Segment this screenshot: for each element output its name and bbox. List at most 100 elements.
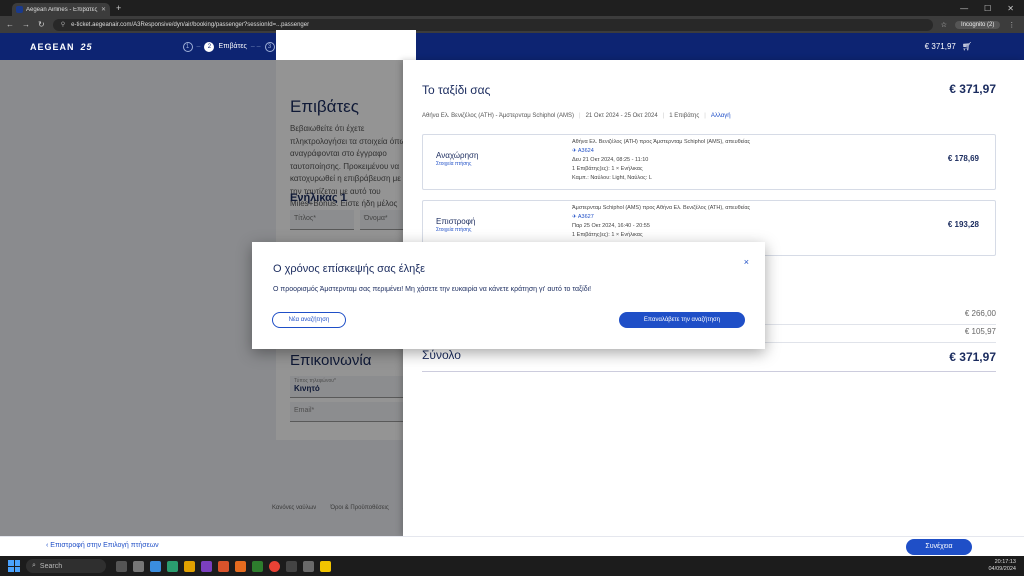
continue-button[interactable]: Συνέχεια <box>906 539 972 555</box>
close-icon[interactable]: × <box>744 257 749 267</box>
taskbar-apps <box>116 560 331 572</box>
app-icon[interactable] <box>303 560 314 572</box>
change-link[interactable]: Αλλαγή <box>711 113 731 119</box>
segment-details: Άμστερνταμ Schiphol (AMS) προς Αθήνα Ελ.… <box>572 204 750 240</box>
divider: | <box>662 113 665 119</box>
firefox-icon[interactable] <box>235 560 246 572</box>
divider: | <box>704 113 706 119</box>
back-icon[interactable]: ← <box>6 20 14 29</box>
menu-icon[interactable]: ⋮ <box>1008 21 1015 29</box>
step-1: 1 <box>182 41 193 52</box>
site-info-icon[interactable]: ⚲ <box>61 21 65 28</box>
reload-icon[interactable]: ↻ <box>38 20 45 29</box>
flight-details-link[interactable]: Στοιχεία πτήσης <box>436 227 471 233</box>
flight-number[interactable]: ✈ A3624 <box>572 147 750 156</box>
windows-start-icon[interactable] <box>8 560 20 572</box>
flight-number[interactable]: ✈ A3627 <box>572 213 750 222</box>
task-view-icon[interactable] <box>116 560 127 572</box>
flight-details-link[interactable]: Στοιχεία πτήσης <box>436 161 471 167</box>
browser-tabbar: Aegean Airlines - Επιβάτες ✕ + — ☐ ✕ <box>0 0 1024 16</box>
app-icon[interactable] <box>150 560 161 572</box>
segment-pax: 1 Επιβάτης(ες): 1 × Ενήλικας <box>572 166 643 172</box>
new-search-button[interactable]: Νέα αναζήτηση <box>272 312 346 328</box>
clock-date: 04/09/2024 <box>988 566 1016 572</box>
step-connector: – – <box>250 43 261 50</box>
maximize-icon[interactable]: ☐ <box>984 4 991 13</box>
anniversary-mark: 25 <box>80 41 93 52</box>
logo-text: AEGEAN <box>30 41 75 52</box>
segment-route: Άμστερνταμ Schiphol (AMS) προς Αθήνα Ελ.… <box>572 205 751 211</box>
flight-number-text: A3624 <box>577 148 594 154</box>
step-2-label: Επιβάτες <box>218 43 247 50</box>
windows-taskbar: ⌕ Search 20:17:13 04/09/2024 <box>0 556 1024 576</box>
app-icon[interactable] <box>218 560 229 572</box>
step-connector: – <box>196 43 201 50</box>
flight-number-text: A3627 <box>577 214 594 220</box>
new-tab-icon[interactable]: + <box>116 3 121 13</box>
aegean-favicon-icon <box>16 6 23 13</box>
app-icon[interactable] <box>167 560 178 572</box>
url-text: e-ticket.aegeanair.com/A3Responsive/dyn/… <box>71 21 310 28</box>
grand-total-value: € 371,97 <box>949 350 996 364</box>
segment-details: Αθήνα Ελ. Βενιζέλος (ATH) προς Άμστερντα… <box>572 138 750 183</box>
site-header: AEGEAN 25 1 – 2 Επιβάτες – – 3 – 4 – 5 –… <box>0 33 1024 60</box>
forward-icon[interactable]: → <box>22 20 30 29</box>
file-explorer-icon[interactable] <box>184 560 195 572</box>
segment-fare: Καμπ.: Ναύλου: Light, Ναύλος: L <box>572 175 652 181</box>
browser-tab[interactable]: Aegean Airlines - Επιβάτες ✕ <box>12 3 110 16</box>
clock-time: 20:17:13 <box>994 559 1016 565</box>
segment-pax: 1 Επιβάτης(ες): 1 × Ενήλικας <box>572 232 643 238</box>
summary-amount: € 266,00 <box>964 309 996 318</box>
system-clock[interactable]: 20:17:13 04/09/2024 <box>988 559 1016 573</box>
search-icon: ⌕ <box>32 562 36 569</box>
trip-dates: 21 Οκτ 2024 - 25 Οκτ 2024 <box>585 113 658 119</box>
taskbar-search[interactable]: ⌕ Search <box>26 559 106 573</box>
trip-title: Το ταξίδι σας <box>422 83 491 97</box>
segment-price: € 193,28 <box>947 220 979 229</box>
header-total-price: € 371,97 <box>924 42 956 51</box>
step-3: 3 <box>264 41 275 52</box>
back-label: Επιστροφή στην Επιλογή πτήσεων <box>50 542 159 549</box>
grand-total-label: Σύνολο <box>422 348 461 362</box>
summary-amount: € 105,97 <box>964 327 996 336</box>
app-icon[interactable] <box>133 560 144 572</box>
segment-outbound: Αναχώρηση Στοιχεία πτήσης Αθήνα Ελ. Βενι… <box>422 134 996 190</box>
segment-time: Δευ 21 Οκτ 2024, 08:25 - 11:10 <box>572 157 649 163</box>
chrome-icon[interactable] <box>269 560 280 572</box>
divider: | <box>579 113 581 119</box>
step-2: 2 <box>204 41 215 52</box>
tab-title: Aegean Airlines - Επιβάτες <box>26 6 98 13</box>
route-text: Αθήνα Ελ. Βενιζέλος (ATH) - Άμστερνταμ S… <box>422 113 575 119</box>
modal-title: Ο χρόνος επίσκεψής σας έληξε <box>273 263 426 275</box>
browser-toolbar: ← → ↻ ⚲ e-ticket.aegeanair.com/A3Respons… <box>0 16 1024 33</box>
aegean-logo[interactable]: AEGEAN 25 <box>30 42 93 52</box>
cart-icon: 🛒︎ <box>961 42 972 51</box>
incognito-badge[interactable]: Incognito (2) <box>954 20 1001 29</box>
app-icon[interactable] <box>286 560 297 572</box>
app-icon[interactable] <box>201 560 212 572</box>
segment-name: Επιστροφή <box>436 217 476 226</box>
search-label: Search <box>39 562 63 570</box>
star-icon[interactable]: ☆ <box>941 21 947 29</box>
trip-total: € 371,97 <box>949 82 996 96</box>
app-icon[interactable] <box>320 560 331 572</box>
segment-route: Αθήνα Ελ. Βενιζέλος (ATH) προς Άμστερντα… <box>572 139 751 145</box>
trip-passengers: 1 Επιβάτης <box>669 113 700 119</box>
app-icon[interactable] <box>252 560 263 572</box>
trip-route: Αθήνα Ελ. Βενιζέλος (ATH) - Άμστερνταμ S… <box>422 113 731 119</box>
window-controls: — ☐ ✕ <box>960 4 1024 13</box>
back-to-flights-link[interactable]: ‹ Επιστροφή στην Επιλογή πτήσεων <box>46 542 159 549</box>
close-window-icon[interactable]: ✕ <box>1007 4 1014 13</box>
segment-time: Παρ 25 Οκτ 2024, 16:40 - 20:55 <box>572 223 650 229</box>
session-expired-modal: Ο χρόνος επίσκεψής σας έληξε × Ο προορισ… <box>252 242 765 349</box>
repeat-search-button[interactable]: Επαναλάβετε την αναζήτηση <box>619 312 745 328</box>
address-bar[interactable]: ⚲ e-ticket.aegeanair.com/A3Responsive/dy… <box>52 18 933 31</box>
bottom-bar: ‹ Επιστροφή στην Επιλογή πτήσεων Συνέχει… <box>0 536 1024 556</box>
close-tab-icon[interactable]: ✕ <box>101 6 106 13</box>
grand-total-row: Σύνολο € 371,97 <box>422 348 996 372</box>
minimize-icon[interactable]: — <box>960 4 968 13</box>
header-total[interactable]: € 371,97 🛒︎ <box>925 42 972 51</box>
modal-message: Ο προορισμός Άμστερνταμ σας περιμένει! Μ… <box>273 286 592 293</box>
segment-name: Αναχώρηση <box>436 151 479 160</box>
segment-price: € 178,69 <box>947 154 979 163</box>
